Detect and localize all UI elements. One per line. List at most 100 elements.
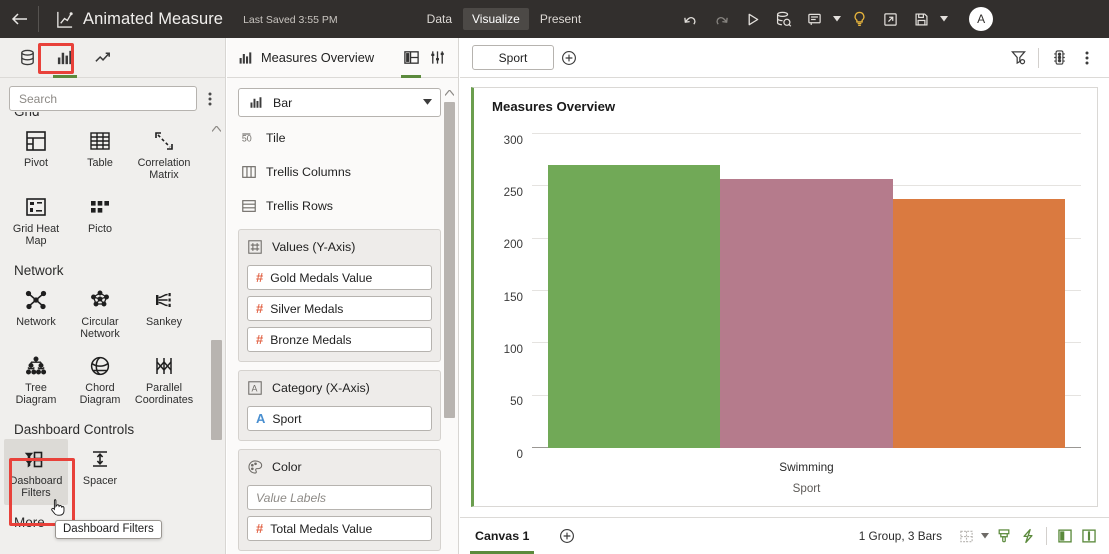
- bar[interactable]: [548, 165, 721, 448]
- right-panel-toggle-icon[interactable]: [1077, 522, 1101, 550]
- config-panel-body[interactable]: Bar 50 Tile Trellis Columns Trellis Rows…: [227, 79, 459, 554]
- grid-layout-caret-icon[interactable]: [978, 522, 992, 550]
- canvas-tab-1[interactable]: Canvas 1: [469, 518, 535, 554]
- correlation-matrix-icon: [152, 125, 176, 153]
- chart-title: Measures Overview: [492, 99, 616, 114]
- back-arrow-icon[interactable]: [0, 0, 38, 38]
- field-chip-silver-medals[interactable]: # Silver Medals: [247, 296, 432, 321]
- mode-tabs: Data Visualize Present: [418, 8, 591, 30]
- save-icon[interactable]: [906, 5, 936, 33]
- lightning-icon[interactable]: [1016, 522, 1040, 550]
- tab-present[interactable]: Present: [531, 8, 590, 30]
- shelf-category-x-axis[interactable]: A Category (X-Axis) A Sport: [238, 370, 441, 441]
- y-axis-tick-label: 0: [516, 447, 523, 461]
- play-icon[interactable]: [737, 5, 767, 33]
- traffic-light-icon[interactable]: [1045, 43, 1073, 73]
- y-axis-tick-label: 250: [503, 185, 523, 199]
- library-item-correlation-matrix[interactable]: Correlation Matrix: [132, 121, 196, 187]
- library-item-tree-diagram[interactable]: Tree Diagram: [4, 346, 68, 412]
- shelf-label: Values (Y-Axis): [272, 240, 356, 254]
- scroll-up-icon[interactable]: [443, 86, 456, 99]
- filter-icon[interactable]: [1004, 43, 1032, 73]
- save-dropdown-caret-icon[interactable]: [937, 5, 950, 33]
- more-options-icon[interactable]: [201, 86, 219, 111]
- tab-data[interactable]: Data: [418, 8, 461, 30]
- redo-icon[interactable]: [706, 5, 736, 33]
- trellis-rows-icon: [241, 198, 257, 214]
- export-icon[interactable]: [875, 5, 905, 33]
- parallel-coordinates-icon: [152, 350, 176, 378]
- undo-icon[interactable]: [675, 5, 705, 33]
- library-item-picto[interactable]: Picto: [68, 187, 132, 253]
- library-scroll-region[interactable]: Grid Pivot: [0, 112, 226, 554]
- tile-icon: 50: [241, 130, 257, 146]
- field-chip-total-medals-value[interactable]: # Total Medals Value: [247, 516, 432, 541]
- plus-circle-icon[interactable]: [554, 43, 584, 73]
- y-axis-tick-label: 50: [510, 394, 523, 408]
- scrollbar-track[interactable]: [210, 136, 223, 554]
- settings-panel-button[interactable]: [424, 43, 450, 73]
- section-title-grid: Grid: [4, 112, 204, 121]
- data-source-tab[interactable]: [10, 43, 44, 73]
- number-field-icon: #: [256, 332, 264, 347]
- shelf-tile[interactable]: 50 Tile: [238, 123, 441, 153]
- library-item-parallel-coordinates[interactable]: Parallel Coordinates: [132, 346, 196, 412]
- scrollbar-thumb[interactable]: [444, 102, 455, 418]
- library-item-spacer[interactable]: Spacer: [68, 439, 132, 505]
- svg-text:A: A: [251, 384, 257, 394]
- scrollbar-track[interactable]: [443, 100, 456, 554]
- shelf-label: Category (X-Axis): [272, 381, 370, 395]
- visualizations-tab[interactable]: [48, 43, 82, 78]
- brush-icon[interactable]: [992, 522, 1016, 550]
- field-chip-gold-medals-value[interactable]: # Gold Medals Value: [247, 265, 432, 290]
- library-item-dashboard-filters[interactable]: Dashboard Filters: [4, 439, 68, 505]
- library-item-grid-heat-map[interactable]: Grid Heat Map: [4, 187, 68, 253]
- library-item-sankey[interactable]: Sankey: [132, 280, 196, 346]
- svg-text:50: 50: [242, 134, 252, 144]
- chord-diagram-icon: [88, 350, 112, 378]
- scroll-up-icon[interactable]: [210, 122, 223, 135]
- chart-card[interactable]: Measures Overview Gold Medals Value, Sil…: [471, 87, 1098, 507]
- avatar[interactable]: A: [969, 7, 994, 31]
- more-options-icon[interactable]: [1073, 43, 1101, 73]
- scrollbar-thumb[interactable]: [211, 340, 222, 440]
- shelf-values-y-axis[interactable]: Values (Y-Axis) # Gold Medals Value # Si…: [238, 229, 441, 362]
- shelf-trellis-columns[interactable]: Trellis Columns: [238, 157, 441, 187]
- shelf-color[interactable]: Color Value Labels # Total Medals Value: [238, 449, 441, 551]
- library-item-chord-diagram[interactable]: Chord Diagram: [68, 346, 132, 412]
- field-chip-sport[interactable]: A Sport: [247, 406, 432, 431]
- add-canvas-icon[interactable]: [550, 521, 584, 551]
- section-dashboard-controls-items: Dashboard Filters Spacer: [4, 439, 204, 505]
- shelf-trellis-rows[interactable]: Trellis Rows: [238, 191, 441, 221]
- analytics-tab[interactable]: [86, 43, 120, 73]
- comment-dropdown-caret-icon[interactable]: [830, 5, 843, 33]
- search-input[interactable]: [9, 86, 197, 111]
- field-chip-bronze-medals[interactable]: # Bronze Medals: [247, 327, 432, 352]
- library-item-label: Chord Diagram: [79, 382, 121, 406]
- chart-config-panel: Measures Overview Bar 50 Tile Trellis Co…: [227, 38, 459, 554]
- tab-visualize[interactable]: Visualize: [463, 8, 529, 30]
- layout-panel-button[interactable]: [398, 43, 424, 78]
- library-item-pivot[interactable]: Pivot: [4, 121, 68, 187]
- data-refresh-icon[interactable]: [768, 5, 798, 33]
- library-item-table[interactable]: Table: [68, 121, 132, 187]
- grid-layout-icon[interactable]: [954, 522, 978, 550]
- bar[interactable]: [720, 179, 893, 448]
- bar[interactable]: [892, 198, 1065, 448]
- table-icon: [88, 125, 112, 153]
- shelf-label: Trellis Columns: [266, 165, 351, 179]
- canvas-filter-chip-sport[interactable]: Sport: [472, 45, 554, 70]
- library-scrollbar[interactable]: [210, 122, 223, 554]
- plot-area: 0 50 100 150 200 250 300: [504, 133, 1081, 460]
- library-item-network[interactable]: Network: [4, 280, 68, 346]
- field-chip-value-labels[interactable]: Value Labels: [247, 485, 432, 510]
- left-panel-toggle-icon[interactable]: [1053, 522, 1077, 550]
- canvas-area: Sport Measures Overview 0 50 100 150 200…: [460, 38, 1109, 554]
- library-item-circular-network[interactable]: Circular Network: [68, 280, 132, 346]
- top-toolbar: A: [675, 5, 994, 33]
- text-field-icon: A: [256, 411, 266, 426]
- config-scrollbar[interactable]: [443, 86, 456, 554]
- chart-type-select[interactable]: Bar: [238, 88, 441, 117]
- lightbulb-icon[interactable]: [844, 5, 874, 33]
- comment-icon[interactable]: [799, 5, 829, 33]
